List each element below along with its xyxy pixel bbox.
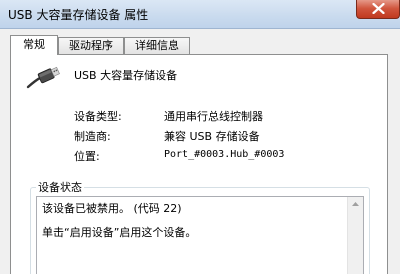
tab-general[interactable]: 常规 — [10, 35, 58, 55]
scroll-up-arrow-icon — [352, 202, 359, 206]
tab-driver[interactable]: 驱动程序 — [58, 37, 124, 54]
tab-details[interactable]: 详细信息 — [124, 37, 190, 54]
location-value: Port_#0003.Hub_#0003 — [164, 149, 285, 160]
device-type-value: 通用串行总线控制器 — [164, 110, 263, 123]
status-scrollbar[interactable] — [347, 197, 363, 274]
close-button[interactable] — [356, 0, 400, 19]
status-line-disabled: 该设备已被禁用。 (代码 22) — [42, 202, 182, 215]
device-type-label: 设备类型: — [74, 110, 122, 123]
manufacturer-value: 兼容 USB 存储设备 — [164, 130, 260, 143]
manufacturer-label: 制造商: — [74, 130, 111, 143]
device-status-title: 设备状态 — [36, 179, 84, 195]
title-bar[interactable]: USB 大容量存储设备 属性 — [0, 0, 400, 29]
close-icon — [372, 3, 385, 14]
scroll-up-button[interactable] — [348, 197, 363, 212]
window-title: USB 大容量存储设备 属性 — [8, 8, 149, 22]
location-label: 位置: — [74, 150, 100, 163]
device-status-textbox[interactable]: 该设备已被禁用。 (代码 22) 单击“启用设备”启用这个设备。 — [36, 196, 364, 274]
usb-plug-icon — [26, 66, 60, 89]
status-line-instruction: 单击“启用设备”启用这个设备。 — [42, 226, 197, 239]
device-name: USB 大容量存储设备 — [74, 69, 178, 82]
properties-window: USB 大容量存储设备 属性 常规 驱动程序 详细信息 USB 大容量存储设备 … — [0, 0, 400, 274]
